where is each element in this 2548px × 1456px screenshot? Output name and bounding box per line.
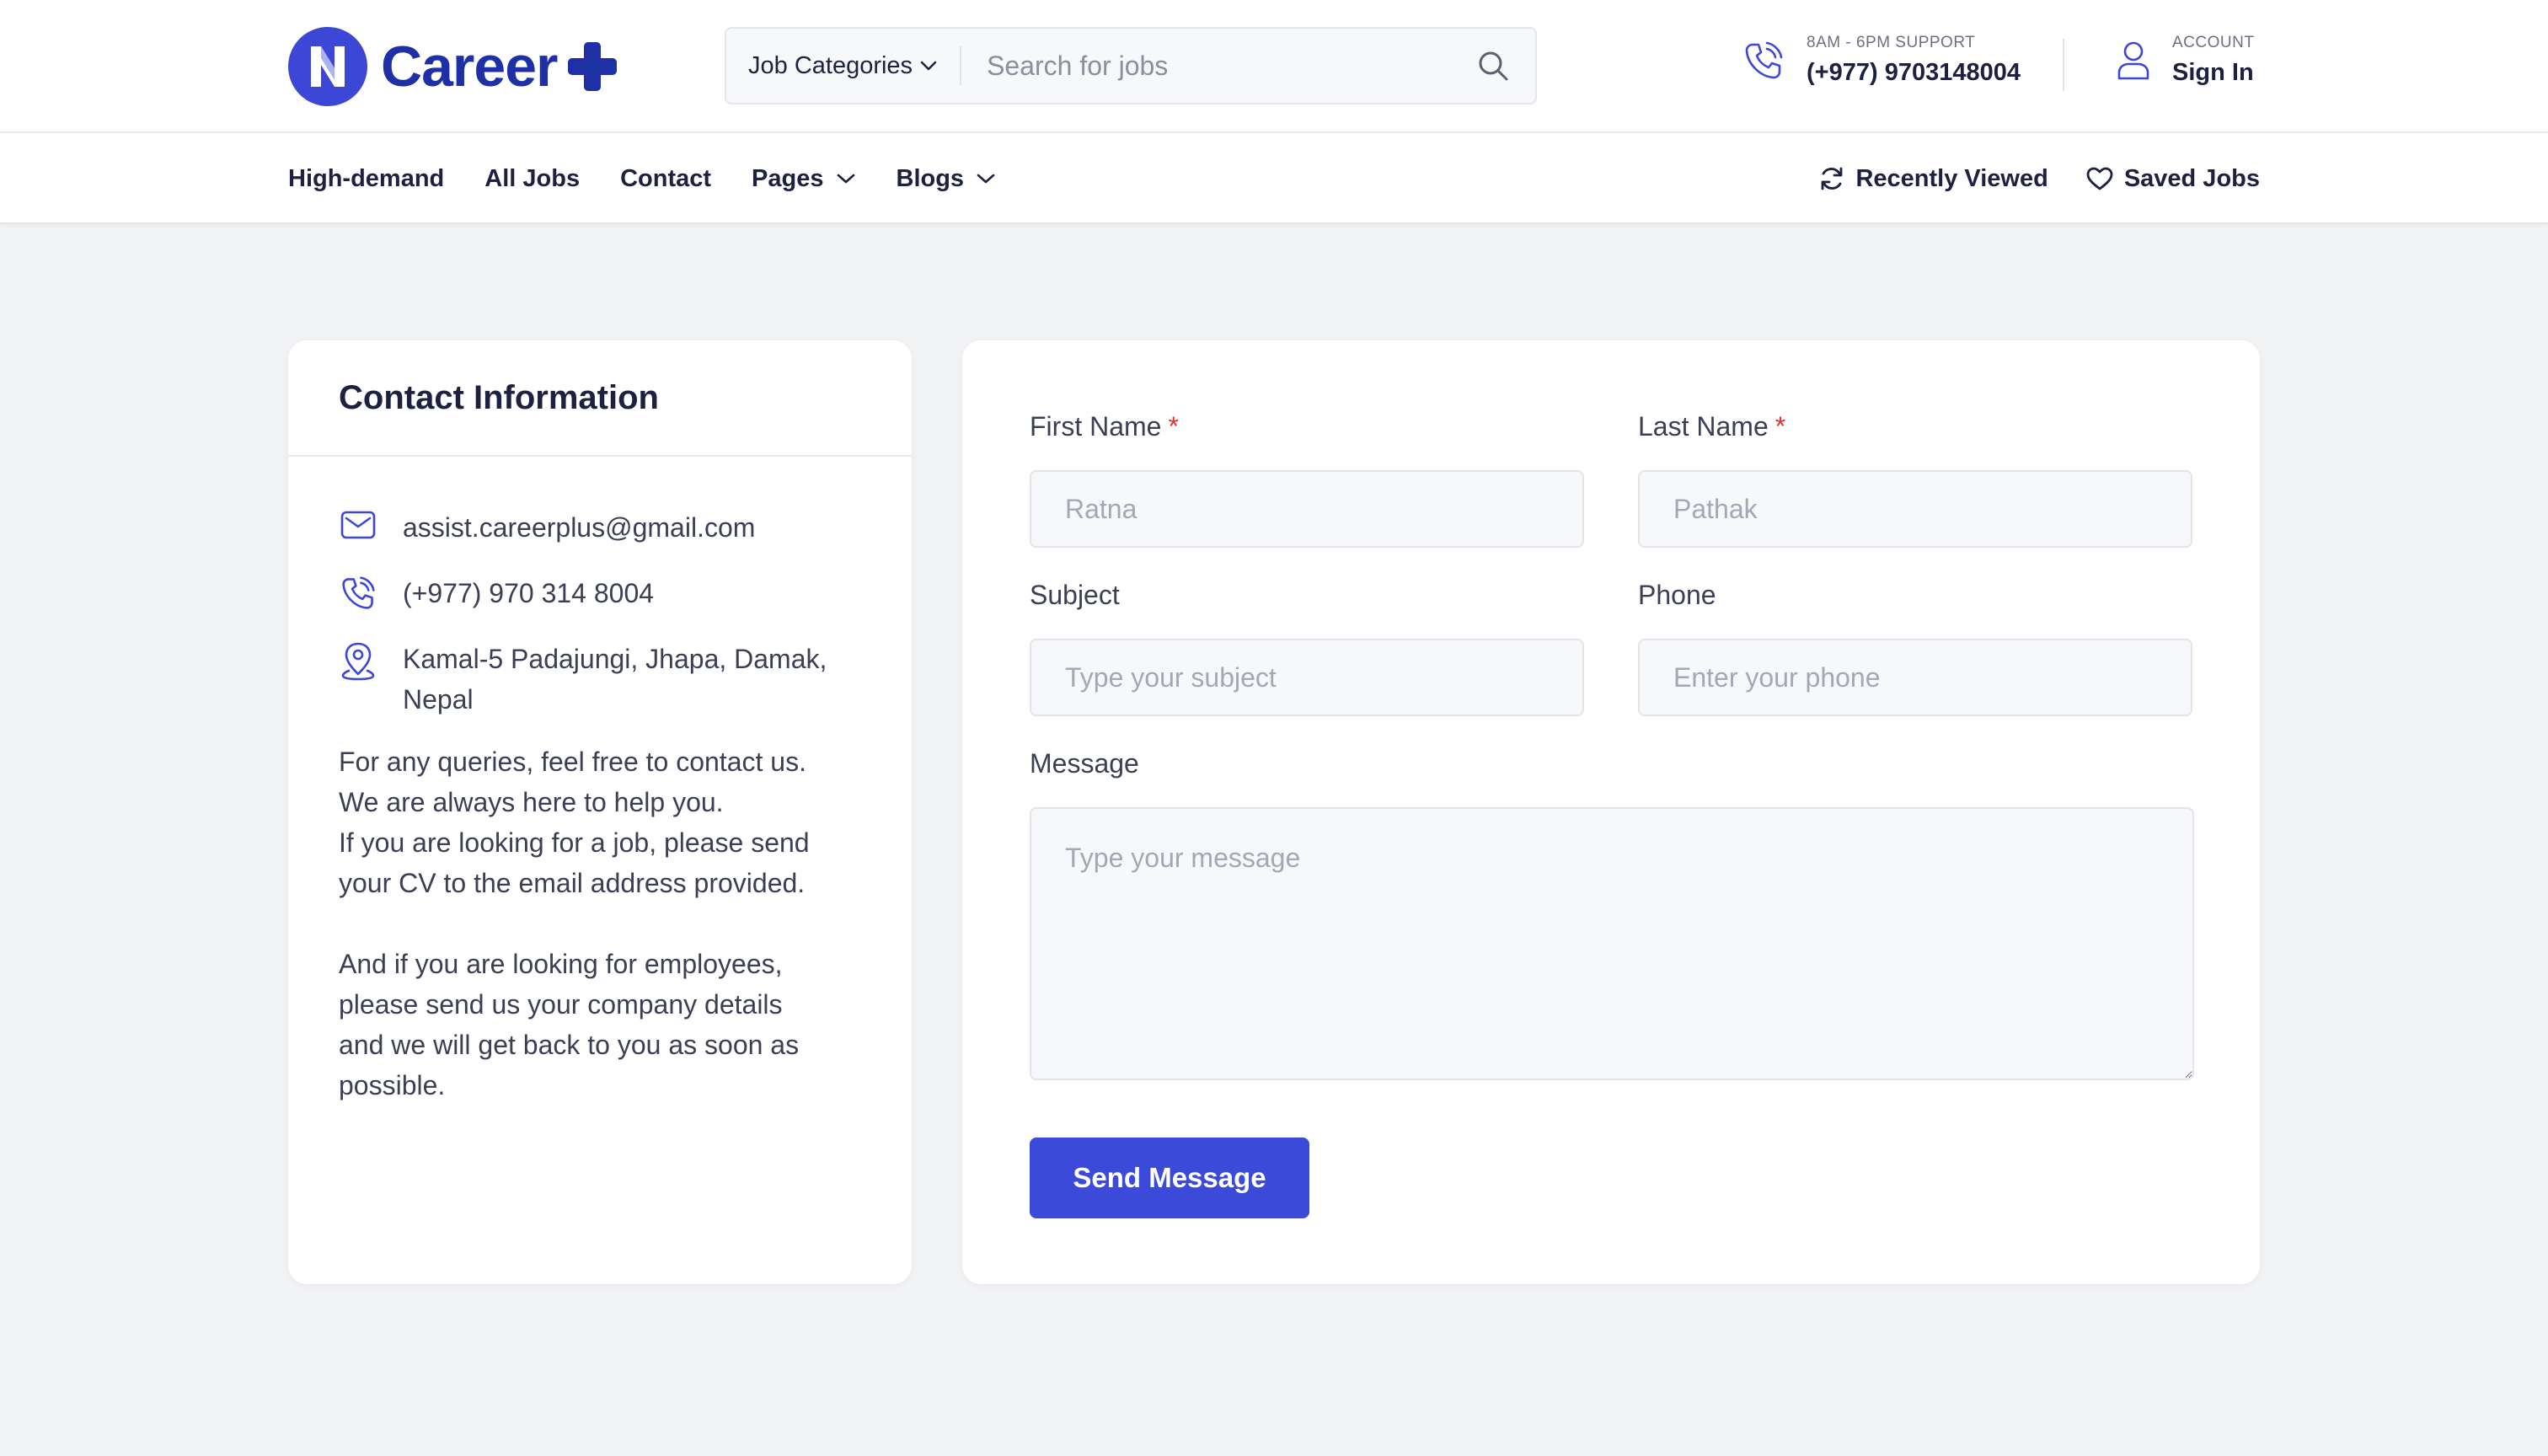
contact-note-employers: And if you are looking for employees, pl… (339, 944, 861, 1105)
user-icon (2117, 41, 2149, 79)
heart-icon (2086, 167, 2113, 190)
header-divider (2063, 39, 2064, 91)
nav-label: Pages (752, 164, 824, 192)
n-logo-icon (288, 27, 367, 106)
job-categories-dropdown[interactable]: Job Categories (726, 46, 962, 85)
address-line: Nepal (403, 684, 474, 715)
job-categories-label: Job Categories (748, 51, 913, 79)
note-line: We are always here to help you. (339, 787, 724, 817)
chevron-down-icon (920, 61, 937, 71)
first-name-label: First Name * (1030, 411, 1584, 448)
subject-field: Subject (1030, 580, 1584, 716)
nav-label: High-demand (288, 164, 445, 192)
message-label: Message (1030, 748, 1139, 779)
note-line: please send us your company details (339, 989, 783, 1020)
location-pin-icon (339, 639, 377, 681)
support-hours: 8AM - 6PM SUPPORT (1807, 34, 1976, 51)
note-line: For any queries, feel free to contact us… (339, 747, 806, 777)
label-text: Last Name (1638, 411, 1769, 442)
logo-text: Career (381, 35, 558, 99)
saved-jobs-link[interactable]: Saved Jobs (2085, 165, 2260, 193)
nav-item-all-jobs[interactable]: All Jobs (484, 165, 580, 193)
label-text: First Name (1030, 411, 1162, 442)
phone-icon (339, 573, 377, 610)
search-input[interactable] (961, 29, 1468, 103)
contact-phone-row: (+977) 970 314 8004 (339, 573, 861, 613)
required-asterisk: * (1774, 411, 1786, 442)
recently-viewed-link[interactable]: Recently Viewed (1818, 165, 2048, 193)
sign-in-label: Sign In (2172, 59, 2254, 86)
nav-item-pages[interactable]: Pages (752, 165, 855, 193)
last-name-input[interactable] (1638, 470, 2192, 548)
support-phone: (+977) 9703148004 (1807, 59, 2021, 86)
recently-viewed-label: Recently Viewed (1855, 164, 2048, 192)
note-line: And if you are looking for employees, (339, 949, 783, 979)
contact-email[interactable]: assist.careerplus@gmail.com (403, 507, 755, 548)
subject-label: Subject (1030, 580, 1120, 610)
chevron-down-icon (837, 174, 854, 184)
contact-note-jobs: For any queries, feel free to contact us… (339, 741, 861, 903)
send-message-button[interactable]: Send Message (1030, 1138, 1309, 1218)
note-line: your CV to the email address provided. (339, 868, 806, 898)
nav-item-contact[interactable]: Contact (620, 165, 711, 193)
note-line: If you are looking for a job, please sen… (339, 827, 810, 858)
contact-phone[interactable]: (+977) 970 314 8004 (403, 573, 654, 613)
mail-icon (339, 507, 377, 539)
contact-address-row: Kamal-5 Padajungi, Jhapa, Damak, Nepal (339, 639, 861, 720)
refresh-icon (1822, 167, 1843, 190)
nav-item-high-demand[interactable]: High-demand (288, 165, 444, 193)
note-line: and we will get back to you as soon as (339, 1030, 800, 1060)
support-contact[interactable]: 8AM - 6PM SUPPORT (+977) 9703148004 (1744, 34, 2021, 87)
nav-label: Contact (620, 164, 712, 192)
phone-icon (1745, 41, 1783, 78)
note-line: possible. (339, 1070, 446, 1100)
plus-icon (567, 42, 617, 91)
search-button[interactable] (1468, 40, 1518, 91)
subject-input[interactable] (1030, 639, 1584, 716)
last-name-label: Last Name * (1638, 411, 2192, 448)
required-asterisk: * (1168, 411, 1179, 442)
search-icon (1479, 51, 1508, 81)
nav-label: Blogs (896, 164, 965, 192)
last-name-field: Last Name * (1638, 411, 2192, 548)
address-line: Kamal-5 Padajungi, Jhapa, Damak, (403, 644, 827, 674)
account-caption: ACCOUNT (2172, 34, 2255, 51)
contact-form-card: First Name* Last Name* Subject Phone Mes… (962, 340, 2260, 1284)
saved-jobs-label: Saved Jobs (2123, 164, 2260, 192)
main-nav: High-demand All Jobs Contact Pages Blogs… (0, 133, 2548, 224)
brand-logo[interactable]: Career (288, 27, 618, 106)
job-search-bar: Job Categories (725, 27, 1537, 104)
contact-address: Kamal-5 Padajungi, Jhapa, Damak, Nepal (403, 639, 827, 720)
first-name-field: First Name * (1030, 411, 1584, 548)
message-textarea[interactable] (1030, 807, 2194, 1080)
phone-label: Phone (1638, 580, 1716, 610)
first-name-input[interactable] (1030, 470, 1584, 548)
message-field: Message (1030, 748, 2194, 1080)
contact-info-title: Contact Information (339, 378, 659, 416)
contact-info-header: Contact Information (288, 340, 912, 457)
phone-field: Phone (1638, 580, 2192, 716)
phone-input[interactable] (1638, 639, 2192, 716)
nav-item-blogs[interactable]: Blogs (897, 165, 997, 193)
top-header: Career Job Categories 8AM - 6PM SUPPORT … (0, 0, 2548, 133)
contact-information-card: Contact Information assist.careerplus@gm… (288, 340, 912, 1284)
chevron-down-icon (977, 174, 995, 184)
account-sign-in[interactable]: ACCOUNT Sign In (2117, 34, 2254, 87)
contact-email-row: assist.careerplus@gmail.com (339, 507, 861, 548)
nav-label: All Jobs (484, 164, 581, 192)
